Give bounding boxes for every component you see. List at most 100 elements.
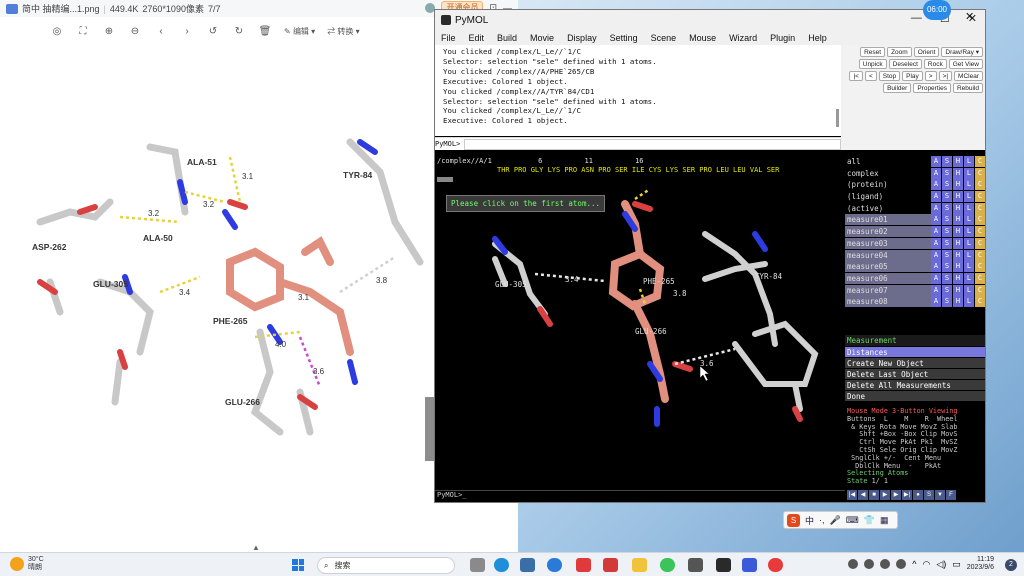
menu-movie[interactable]: Movie <box>530 33 554 43</box>
action-button[interactable]: A <box>931 261 941 273</box>
orient-button[interactable]: Orient <box>913 47 940 57</box>
object-row[interactable]: (active) A S H L C <box>845 202 985 215</box>
ime-language[interactable]: 中 <box>805 514 814 527</box>
menu-build[interactable]: Build <box>497 33 517 43</box>
rock-button[interactable]: Rock <box>923 59 947 69</box>
object-name[interactable]: (protein) <box>845 179 931 191</box>
menu-setting[interactable]: Setting <box>610 33 638 43</box>
object-row[interactable]: measure05 A S H L C <box>845 261 985 273</box>
log-scrollbar[interactable] <box>836 109 839 127</box>
label-button[interactable]: L <box>964 214 974 226</box>
rewind-icon[interactable]: ◀ <box>858 490 868 500</box>
hide-button[interactable]: H <box>953 296 963 308</box>
color-button[interactable]: C <box>975 261 985 273</box>
color-button[interactable]: C <box>975 249 985 261</box>
object-row[interactable]: measure08 A S H L C <box>845 296 985 308</box>
last-frame-button[interactable]: >| <box>938 71 953 81</box>
file-explorer-icon[interactable] <box>632 558 647 572</box>
draw-ray-button[interactable]: Draw/Ray ▾ <box>941 47 983 57</box>
hide-button[interactable]: H <box>953 202 963 214</box>
label-button[interactable]: L <box>964 261 974 273</box>
show-button[interactable]: S <box>942 272 952 284</box>
menu-wizard[interactable]: Wizard <box>729 33 757 43</box>
app-tray-icon[interactable] <box>864 559 875 569</box>
label-button[interactable]: L <box>964 191 974 203</box>
object-row[interactable]: (ligand) A S H L C <box>845 191 985 203</box>
color-button[interactable]: C <box>975 284 985 296</box>
show-button[interactable]: S <box>942 296 952 308</box>
pymol-taskbar-icon[interactable] <box>716 558 731 572</box>
builder-button[interactable]: Builder <box>883 83 912 93</box>
action-button[interactable]: A <box>931 296 941 308</box>
app-icon[interactable] <box>688 558 703 572</box>
label-button[interactable]: L <box>964 237 974 249</box>
command-input[interactable] <box>464 138 841 150</box>
sequence-scrollbar[interactable] <box>437 177 453 182</box>
stop-button[interactable]: Stop <box>878 71 901 81</box>
label-button[interactable]: L <box>964 202 974 214</box>
color-button[interactable]: C <box>975 179 985 191</box>
store-icon[interactable] <box>520 558 535 572</box>
show-button[interactable]: S <box>942 214 952 226</box>
menu-file[interactable]: File <box>441 33 456 43</box>
object-name[interactable]: measure07 <box>845 284 931 296</box>
get-view-button[interactable]: Get View <box>948 59 983 69</box>
color-button[interactable]: C <box>975 202 985 214</box>
label-button[interactable]: L <box>964 249 974 261</box>
reset-button[interactable]: Reset <box>860 47 886 57</box>
first-frame-button[interactable]: |< <box>849 71 863 81</box>
menu-help[interactable]: Help <box>808 33 827 43</box>
volume-icon[interactable]: ◁) <box>936 559 946 570</box>
last-frame-icon[interactable]: ▶| <box>902 490 912 500</box>
deselect-button[interactable]: Deselect <box>888 59 922 69</box>
play-icon[interactable]: ▶ <box>880 490 890 500</box>
object-row[interactable]: measure07 A S H L C <box>845 284 985 297</box>
taskbar-clock[interactable]: 11:19 2023/9/6 <box>967 556 994 572</box>
object-name[interactable]: measure06 <box>845 272 931 284</box>
punctuation-icon[interactable]: ·, <box>819 515 825 525</box>
keyboard-icon[interactable]: ⌨ <box>846 515 859 526</box>
hide-button[interactable]: H <box>953 191 963 203</box>
show-button[interactable]: S <box>942 284 952 296</box>
zoom-out-icon[interactable]: ⊖ <box>128 26 142 37</box>
delete-last-object-option[interactable]: Delete Last Object <box>845 368 985 379</box>
color-button[interactable]: C <box>975 167 985 179</box>
action-button[interactable]: A <box>931 272 941 284</box>
weather-widget[interactable]: 30°C 晴朗 <box>10 556 44 572</box>
show-button[interactable]: S <box>942 249 952 261</box>
taskbar-search[interactable]: ⌕ 搜索 <box>317 557 455 574</box>
object-row[interactable]: measure01 A S H L C <box>845 214 985 226</box>
edge-browser-icon[interactable] <box>494 558 509 572</box>
zoom-button[interactable]: Zoom <box>887 47 912 57</box>
object-name[interactable]: measure08 <box>845 296 931 308</box>
app-icon[interactable] <box>768 558 783 572</box>
wechat-icon[interactable] <box>660 558 675 572</box>
task-view-icon[interactable] <box>470 558 485 572</box>
object-name[interactable]: measure04 <box>845 249 931 261</box>
action-button[interactable]: A <box>931 226 941 238</box>
previous-icon[interactable]: ‹ <box>154 26 168 37</box>
label-button[interactable]: L <box>964 272 974 284</box>
object-row[interactable]: complex A S H L C <box>845 167 985 180</box>
skin-icon[interactable]: 👕 <box>864 515 875 526</box>
app-tray-icon[interactable] <box>896 559 907 569</box>
action-button[interactable]: A <box>931 156 941 167</box>
label-button[interactable]: L <box>964 296 974 308</box>
color-button[interactable]: C <box>975 214 985 226</box>
object-name[interactable]: measure02 <box>845 226 931 238</box>
object-name[interactable]: measure03 <box>845 237 931 249</box>
hide-button[interactable]: H <box>953 237 963 249</box>
action-button[interactable]: A <box>931 249 941 261</box>
label-button[interactable]: L <box>964 284 974 296</box>
fit-screen-icon[interactable]: ⛶ <box>76 26 90 37</box>
color-button[interactable]: C <box>975 191 985 203</box>
app-icon[interactable] <box>742 558 757 572</box>
hide-button[interactable]: H <box>953 226 963 238</box>
chevron-up-icon[interactable]: ^ <box>912 559 916 569</box>
hide-button[interactable]: H <box>953 156 963 167</box>
close-icon[interactable]: ✕ <box>965 10 974 23</box>
rebuild-button[interactable]: Rebuild <box>952 83 983 93</box>
wps-icon[interactable] <box>576 558 591 572</box>
rotate-right-icon[interactable]: ↻ <box>232 26 246 37</box>
action-button[interactable]: A <box>931 191 941 203</box>
